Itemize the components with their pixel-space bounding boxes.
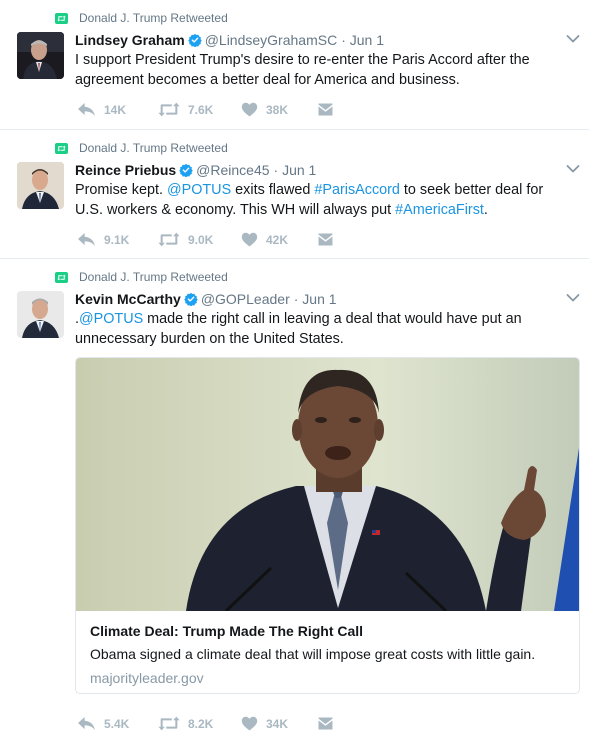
retweeter-label[interactable]: Donald J. Trump Retweeted	[79, 11, 228, 25]
retweet-icon	[55, 12, 68, 24]
text-segment: .	[483, 202, 488, 218]
avatar[interactable]	[17, 291, 64, 338]
retweet-context: Donald J. Trump Retweeted	[55, 141, 228, 155]
reply-count: 14K	[104, 102, 127, 117]
card-image[interactable]	[76, 358, 579, 611]
retweet-context: Donald J. Trump Retweeted	[55, 11, 228, 25]
tweet-header: Lindsey Graham @LindseyGrahamSC · Jun 1	[75, 32, 384, 48]
dm-icon	[318, 717, 333, 730]
tweet-1[interactable]: Donald J. Trump Retweeted Lindsey Graham…	[0, 0, 589, 130]
retweet-count: 7.6K	[188, 102, 214, 117]
retweet-button[interactable]: 8.2K	[158, 716, 241, 731]
dm-button[interactable]	[318, 103, 333, 116]
verified-icon	[179, 163, 193, 177]
dm-button[interactable]	[318, 233, 333, 246]
mention-link[interactable]: @POTUS	[79, 311, 143, 327]
caret-down-icon[interactable]	[566, 164, 580, 174]
retweet-icon	[158, 232, 180, 247]
card-description: Obama signed a climate deal that will im…	[90, 646, 536, 662]
retweet-icon	[158, 716, 180, 731]
author-handle[interactable]: @LindseyGrahamSC	[205, 32, 338, 48]
retweet-icon	[55, 142, 68, 154]
reply-icon	[77, 716, 96, 731]
avatar[interactable]	[17, 162, 64, 209]
retweet-count: 9.0K	[188, 232, 214, 247]
tweet-date[interactable]: · Jun 1	[341, 32, 384, 48]
retweet-icon	[158, 102, 180, 117]
tweet-actions: 14K 7.6K 38K	[77, 102, 333, 117]
tweet-text: .@POTUS made the right call in leaving a…	[75, 309, 555, 349]
like-count: 34K	[266, 716, 289, 731]
retweet-count: 8.2K	[188, 716, 214, 731]
like-button[interactable]: 42K	[241, 232, 318, 247]
tweet-text: I support President Trump's desire to re…	[75, 52, 530, 88]
retweet-button[interactable]: 9.0K	[158, 232, 241, 247]
hashtag-link[interactable]: #AmericaFirst	[395, 202, 484, 218]
text-segment: Promise kept.	[75, 182, 167, 198]
like-count: 38K	[266, 102, 289, 117]
reply-button[interactable]: 14K	[77, 102, 158, 117]
author-name[interactable]: Lindsey Graham	[75, 32, 185, 48]
tweet-date[interactable]: · Jun 1	[294, 291, 337, 307]
reply-icon	[77, 102, 96, 117]
link-card[interactable]: Climate Deal: Trump Made The Right Call …	[75, 357, 580, 694]
author-handle[interactable]: @Reince45	[196, 162, 269, 178]
author-handle[interactable]: @GOPLeader	[201, 291, 290, 307]
like-button[interactable]: 38K	[241, 102, 318, 117]
like-icon	[241, 716, 258, 731]
tweet-actions: 5.4K 8.2K 34K	[77, 716, 333, 731]
verified-icon	[184, 292, 198, 306]
like-icon	[241, 232, 258, 247]
caret-down-icon[interactable]	[566, 34, 580, 44]
tweet-3[interactable]: Donald J. Trump Retweeted Kevin McCarthy…	[0, 259, 589, 738]
mention-link[interactable]: @POTUS	[167, 182, 231, 198]
caret-down-icon[interactable]	[566, 293, 580, 303]
verified-icon	[188, 33, 202, 47]
retweeter-label[interactable]: Donald J. Trump Retweeted	[79, 141, 228, 155]
card-title[interactable]: Climate Deal: Trump Made The Right Call	[90, 623, 363, 639]
author-name[interactable]: Kevin McCarthy	[75, 291, 181, 307]
tweet-header: Kevin McCarthy @GOPLeader · Jun 1	[75, 291, 337, 307]
tweet-actions: 9.1K 9.0K 42K	[77, 232, 333, 247]
text-segment: exits flawed	[231, 182, 315, 198]
reply-button[interactable]: 9.1K	[77, 232, 158, 247]
retweet-button[interactable]: 7.6K	[158, 102, 241, 117]
tweet-text: Promise kept. @POTUS exits flawed #Paris…	[75, 180, 555, 220]
retweeter-label[interactable]: Donald J. Trump Retweeted	[79, 270, 228, 284]
author-name[interactable]: Reince Priebus	[75, 162, 176, 178]
retweet-context: Donald J. Trump Retweeted	[55, 270, 228, 284]
tweet-2[interactable]: Donald J. Trump Retweeted Reince Priebus…	[0, 130, 589, 259]
reply-icon	[77, 232, 96, 247]
tweet-header: Reince Priebus @Reince45 · Jun 1	[75, 162, 316, 178]
dm-icon	[318, 103, 333, 116]
card-domain[interactable]: majorityleader.gov	[90, 670, 204, 686]
tweet-date[interactable]: · Jun 1	[274, 162, 317, 178]
dm-button[interactable]	[318, 717, 333, 730]
reply-count: 5.4K	[104, 716, 130, 731]
dm-icon	[318, 233, 333, 246]
retweet-icon	[55, 271, 68, 283]
reply-count: 9.1K	[104, 232, 130, 247]
like-button[interactable]: 34K	[241, 716, 318, 731]
reply-button[interactable]: 5.4K	[77, 716, 158, 731]
avatar[interactable]	[17, 32, 64, 79]
hashtag-link[interactable]: #ParisAccord	[314, 182, 400, 198]
like-count: 42K	[266, 232, 289, 247]
like-icon	[241, 102, 258, 117]
